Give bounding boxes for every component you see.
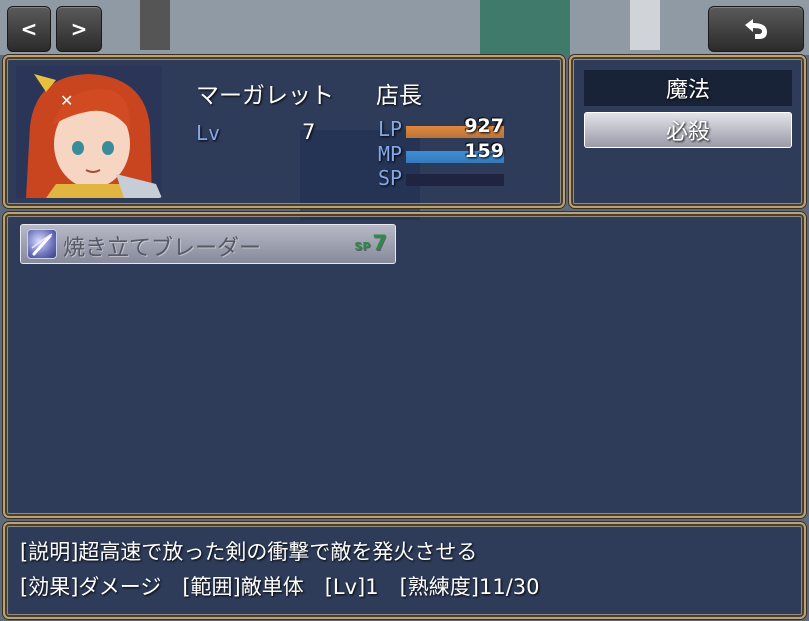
sword-slash-skill-icon — [27, 229, 57, 259]
skill-item[interactable]: 焼き立てブレーダー SP7 — [20, 224, 396, 264]
mp-value: 159 — [464, 140, 504, 162]
sp-gauge — [406, 174, 504, 186]
prev-actor-button[interactable]: < — [7, 6, 51, 52]
help-description: [説明]超高速で放った剣の衝撃で敵を発火させる — [20, 540, 478, 564]
back-button[interactable] — [708, 6, 804, 52]
map-character — [630, 0, 660, 50]
actor-class: 店長 — [376, 83, 422, 109]
skill-cost-label: SP — [354, 240, 371, 253]
skill-name: 焼き立てブレーダー — [63, 236, 262, 261]
prev-arrow-label: < — [20, 17, 38, 41]
next-actor-button[interactable]: > — [56, 6, 102, 52]
level-value: 7 — [302, 120, 316, 144]
skill-cost-value: 7 — [372, 231, 387, 255]
actor-name: マーガレット — [196, 83, 334, 109]
command-special-label: 必殺 — [665, 120, 710, 145]
lp-label: LP — [378, 117, 403, 141]
command-magic-label: 魔法 — [665, 78, 710, 103]
map-pillar — [140, 0, 170, 50]
command-special[interactable]: 必殺 — [584, 112, 792, 148]
next-arrow-label: > — [70, 17, 88, 41]
svg-text:✕: ✕ — [60, 91, 73, 110]
sp-label: SP — [378, 166, 403, 190]
level-label: Lv — [196, 121, 221, 145]
lp-value: 927 — [464, 115, 504, 137]
command-magic[interactable]: 魔法 — [584, 70, 792, 106]
actor-portrait: ✕ — [16, 66, 162, 198]
help-window — [3, 522, 806, 619]
map-door — [480, 0, 570, 55]
skill-cost: SP7 — [354, 231, 387, 255]
help-details: [効果]ダメージ [範囲]敵単体 [Lv]1 [熟練度]11/30 — [20, 575, 540, 599]
undo-arrow-icon — [745, 19, 767, 39]
